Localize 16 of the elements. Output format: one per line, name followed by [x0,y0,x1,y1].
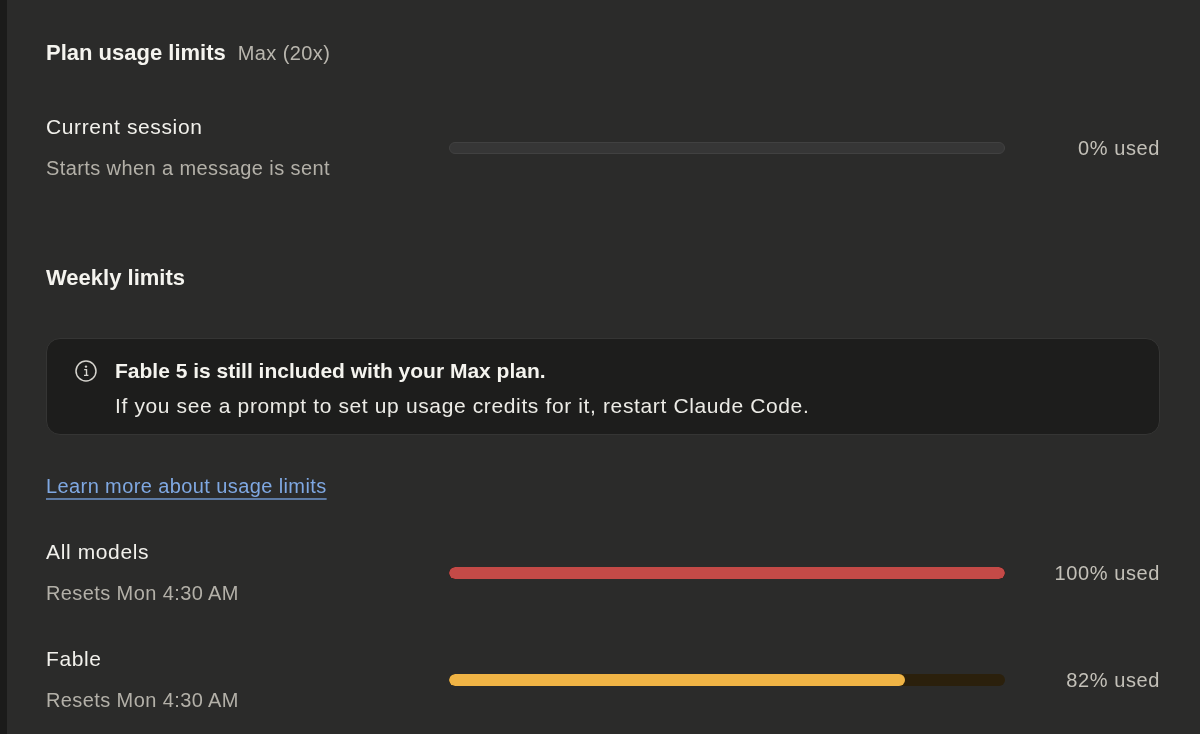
section-title: Weekly limits [46,264,185,292]
plan-name: Max (20x) [237,41,331,66]
notice-headline: Fable 5 is still included with your Max plan. [115,358,546,384]
limit-name: Fable [46,646,102,672]
limit-note: Resets Mon 4:30 AM [46,581,239,606]
limit-name: Current session [46,114,203,140]
usage-reading: 82% used [1066,667,1160,693]
info-icon [75,360,97,382]
usage-limits-link[interactable]: Learn more about usage limits [46,472,327,500]
notice-text: If you see a prompt to set up usage credits for it, restart Claude Code. [115,393,810,419]
limit-note: Starts when a message is sent [46,156,330,181]
section-title: Plan usage limits [46,39,226,67]
limit-note: Resets Mon 4:30 AM [46,688,239,713]
usage-reading: 100% used [1054,560,1160,586]
usage-reading: 0% used [1077,135,1160,161]
limit-name: All models [46,539,150,565]
